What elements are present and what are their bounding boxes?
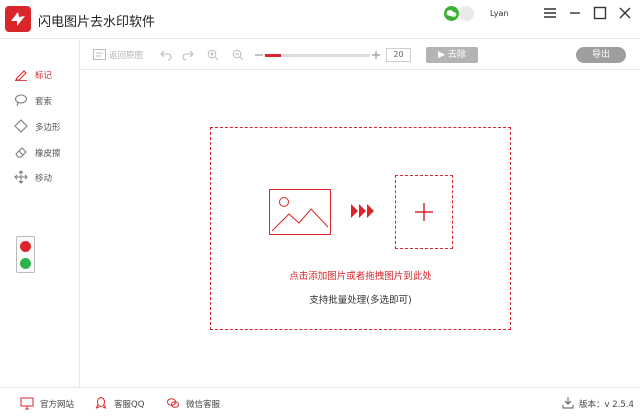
title-bar: 闪电图片去水印软件 Lyan	[0, 0, 640, 39]
version-info: 版本：v 2.5.4	[562, 396, 640, 410]
tool-mark[interactable]: 标记	[14, 67, 76, 81]
lasso-icon	[14, 93, 28, 107]
polygon-icon	[14, 119, 28, 133]
remove-button[interactable]: ▶ 去除	[426, 47, 478, 63]
green-color-swatch[interactable]	[20, 258, 31, 269]
arrows-icon	[351, 204, 375, 218]
app-logo-icon	[5, 6, 31, 32]
undo-icon[interactable]	[160, 49, 172, 61]
tool-lasso[interactable]: 套索	[14, 93, 76, 107]
avatar[interactable]	[459, 6, 474, 21]
official-website-link[interactable]: 官方网站	[20, 396, 80, 410]
export-button[interactable]: 导出	[576, 47, 626, 63]
app-title: 闪电图片去水印软件	[38, 15, 156, 30]
restore-original-button[interactable]: 返回原图	[93, 49, 153, 61]
username[interactable]: Lyan	[490, 9, 508, 18]
monitor-icon	[20, 396, 34, 410]
menu-icon[interactable]	[542, 5, 558, 21]
add-image-button[interactable]	[395, 175, 453, 249]
tool-mark-label: 标记	[35, 71, 53, 81]
eraser-icon	[14, 145, 28, 159]
redo-icon[interactable]	[182, 49, 194, 61]
image-placeholder-icon	[269, 189, 331, 235]
wechat-service-label: 微信客服	[186, 400, 221, 410]
customer-service-qq-label: 客服QQ	[114, 400, 145, 410]
wechat-icon	[166, 396, 180, 410]
official-website-label: 官方网站	[40, 400, 75, 410]
tool-polygon-label: 多边形	[35, 123, 61, 133]
restore-original-label: 返回原图	[109, 51, 144, 61]
plus-icon	[415, 203, 433, 221]
customer-service-qq-link[interactable]: 客服QQ	[94, 396, 154, 410]
tool-move[interactable]: 移动	[14, 170, 76, 184]
image-icon	[93, 49, 106, 60]
app-window: 闪电图片去水印软件 Lyan 返回原图 20 ▶ 去除 导出 标记 套索 多边形…	[0, 0, 640, 416]
maximize-icon[interactable]	[592, 5, 608, 21]
tool-lasso-label: 套索	[35, 97, 53, 107]
drop-hint-primary: 点击添加图片或者拖拽图片到此处	[289, 271, 432, 282]
zoom-out-icon[interactable]	[232, 49, 244, 61]
zoom-minus-icon[interactable]	[254, 49, 264, 61]
pen-icon	[14, 67, 28, 81]
download-icon[interactable]	[562, 396, 574, 412]
color-picker	[16, 236, 35, 273]
close-icon[interactable]	[617, 5, 633, 21]
tool-eraser-label: 橡皮擦	[35, 149, 61, 159]
drop-zone[interactable]: 点击添加图片或者拖拽图片到此处 支持批量处理(多选即可)	[210, 127, 511, 330]
zoom-plus-icon[interactable]	[371, 49, 381, 61]
zoom-slider[interactable]	[265, 54, 370, 57]
tool-polygon[interactable]: 多边形	[14, 119, 76, 133]
version-label: 版本：v 2.5.4	[579, 400, 634, 410]
drop-hint-secondary: 支持批量处理(多选即可)	[309, 295, 412, 306]
wechat-service-link[interactable]: 微信客服	[166, 396, 226, 410]
tool-eraser[interactable]: 橡皮擦	[14, 145, 76, 159]
zoom-in-icon[interactable]	[207, 49, 219, 61]
wechat-login-icon[interactable]	[444, 6, 459, 21]
tool-sidebar: 标记 套索 多边形 橡皮擦 移动	[0, 40, 80, 387]
minimize-icon[interactable]	[567, 5, 583, 21]
footer-bar: 官方网站 客服QQ 微信客服 版本：v 2.5.4	[0, 387, 640, 416]
move-icon	[14, 170, 28, 184]
red-color-swatch[interactable]	[20, 241, 31, 252]
qq-icon	[94, 396, 108, 410]
zoom-slider-fill	[265, 54, 281, 57]
tool-move-label: 移动	[35, 174, 53, 184]
zoom-value-field[interactable]: 20	[386, 48, 411, 62]
